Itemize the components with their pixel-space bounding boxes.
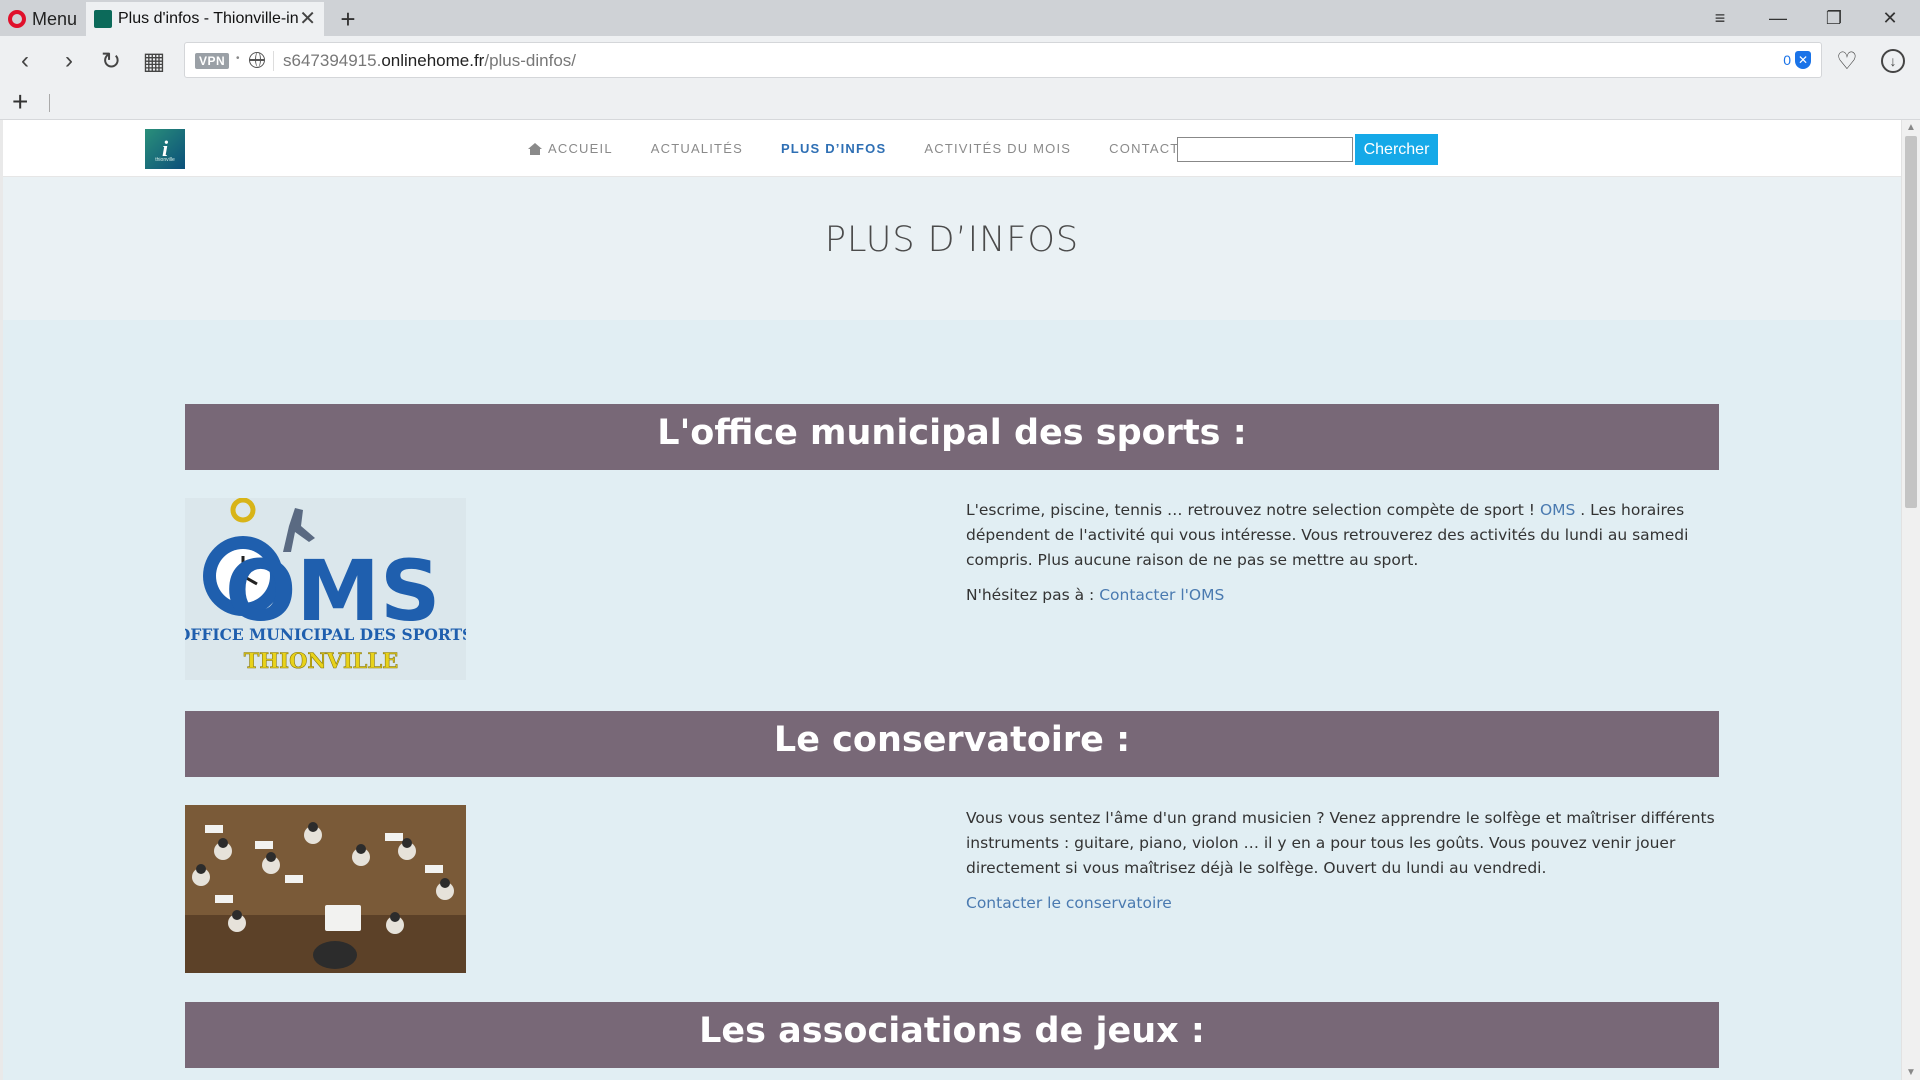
restore-button[interactable]: ❐ bbox=[1806, 0, 1862, 36]
section-text-conservatoire: Vous vous sentez l'âme d'un grand musici… bbox=[966, 806, 1720, 926]
scroll-down-icon[interactable]: ▼ bbox=[1906, 1067, 1916, 1078]
speed-dial-icon[interactable]: ▦ bbox=[137, 44, 171, 78]
conservatoire-contact-line: Contacter le conservatoire bbox=[966, 891, 1720, 916]
tab-menu-icon[interactable]: ≡ bbox=[1692, 0, 1748, 36]
tab-active[interactable]: Plus d'infos - Thionville-infos ✕ bbox=[86, 2, 324, 36]
add-bookmark-button[interactable]: + bbox=[12, 86, 28, 118]
bookmarks-divider bbox=[49, 94, 50, 112]
site-logo-caption: thionville bbox=[155, 157, 175, 163]
page-title-band: PLUS D’INFOS bbox=[3, 177, 1901, 320]
oms-logo-line2: THIONVILLE bbox=[244, 648, 398, 673]
scroll-up-icon[interactable]: ▲ bbox=[1906, 122, 1916, 133]
vpn-badge[interactable]: VPN bbox=[195, 53, 230, 69]
conservatoire-photo bbox=[185, 805, 466, 973]
conservatoire-paragraph: Vous vous sentez l'âme d'un grand musici… bbox=[966, 809, 1715, 877]
favicon-icon bbox=[94, 10, 112, 28]
back-button[interactable]: ‹ bbox=[8, 44, 42, 78]
opera-logo-icon bbox=[8, 10, 26, 28]
adblock-shield-icon: ✕ bbox=[1795, 51, 1811, 69]
oms-logo-graphic: OMS OFFICE MUNICIPAL DES SPORTS THIONVIL… bbox=[177, 497, 473, 673]
oms-text-before: L'escrime, piscine, tennis … retrouvez n… bbox=[966, 501, 1540, 519]
tab-title: Plus d'infos - Thionville-infos bbox=[118, 10, 298, 27]
url-path: /plus-dinfos/ bbox=[484, 51, 577, 70]
bookmark-heart-icon[interactable]: ♡ bbox=[1830, 44, 1864, 78]
scrollbar-thumb[interactable] bbox=[1905, 136, 1917, 508]
opera-menu-label: Menu bbox=[32, 8, 78, 29]
home-icon bbox=[528, 143, 542, 155]
section-heading-jeux: Les associations de jeux : bbox=[185, 1002, 1719, 1068]
url-divider bbox=[273, 51, 274, 71]
close-window-button[interactable]: ✕ bbox=[1862, 0, 1918, 36]
url-domain: onlinehome.fr bbox=[381, 51, 485, 70]
adblock-indicator[interactable]: 0 ✕ bbox=[1783, 51, 1811, 69]
site-menu: Accueil Actualités Plus d’infos Activité… bbox=[528, 141, 1227, 156]
vpn-dot-icon: • bbox=[236, 53, 240, 64]
globe-icon[interactable] bbox=[249, 52, 265, 68]
site-header: i thionville Accueil Actualités Plus d’i… bbox=[3, 120, 1901, 177]
menu-item-activites-du-mois[interactable]: Activités du mois bbox=[924, 141, 1071, 156]
contact-conservatoire-link[interactable]: Contacter le conservatoire bbox=[966, 894, 1172, 912]
adblock-count: 0 bbox=[1783, 52, 1791, 68]
menu-item-label: Accueil bbox=[548, 141, 613, 156]
search-button[interactable]: Chercher bbox=[1355, 134, 1438, 165]
menu-item-actualites[interactable]: Actualités bbox=[651, 141, 743, 156]
oms-contact-line: N'hésitez pas à : Contacter l'OMS bbox=[966, 583, 1720, 608]
url-text[interactable]: s647394915.onlinehome.fr/plus-dinfos/ bbox=[283, 51, 576, 71]
oms-logo-line1: OFFICE MUNICIPAL DES SPORTS bbox=[185, 625, 466, 644]
site-logo[interactable]: i thionville bbox=[145, 129, 185, 169]
page-left-edge bbox=[0, 120, 3, 1080]
oms-contact-prefix: N'hésitez pas à : bbox=[966, 586, 1100, 604]
section-text-oms: L'escrime, piscine, tennis … retrouvez n… bbox=[966, 498, 1720, 618]
section-heading-conservatoire: Le conservatoire : bbox=[185, 711, 1719, 777]
opera-menu-button[interactable]: Menu bbox=[8, 8, 77, 30]
bookmarks-bar: + bbox=[0, 84, 1920, 120]
page-title: PLUS D’INFOS bbox=[824, 220, 1080, 260]
minimize-button[interactable]: — bbox=[1750, 0, 1806, 36]
page-viewport: i thionville Accueil Actualités Plus d’i… bbox=[0, 120, 1920, 1080]
page-scrollbar[interactable]: ▲ ▼ bbox=[1901, 120, 1920, 1080]
oms-logo-image: OMS OFFICE MUNICIPAL DES SPORTS THIONVIL… bbox=[177, 497, 473, 680]
url-prefix: s647394915. bbox=[283, 51, 382, 70]
address-bar[interactable]: VPN • s647394915.onlinehome.fr/plus-dinf… bbox=[184, 42, 1822, 78]
new-tab-button[interactable]: + bbox=[334, 4, 362, 35]
menu-item-plus-dinfos[interactable]: Plus d’infos bbox=[781, 141, 886, 156]
oms-link[interactable]: OMS bbox=[1540, 501, 1575, 519]
site-search-input[interactable] bbox=[1177, 137, 1353, 162]
forward-button[interactable]: › bbox=[52, 44, 86, 78]
tab-strip: Menu Plus d'infos - Thionville-infos ✕ +… bbox=[0, 0, 1920, 36]
tab-close-icon[interactable]: ✕ bbox=[299, 9, 316, 29]
orchestra-photo-graphic bbox=[185, 805, 466, 973]
oms-paragraph: L'escrime, piscine, tennis … retrouvez n… bbox=[966, 498, 1720, 573]
section-heading-oms: L'office municipal des sports : bbox=[185, 404, 1719, 470]
downloads-button[interactable]: ↓ bbox=[1876, 44, 1910, 78]
navigation-bar: ‹ › ↻ ▦ VPN • s647394915.onlinehome.fr/p… bbox=[0, 36, 1920, 84]
contact-oms-link[interactable]: Contacter l'OMS bbox=[1099, 586, 1224, 604]
reload-button[interactable]: ↻ bbox=[94, 44, 128, 78]
download-icon: ↓ bbox=[1881, 49, 1905, 73]
menu-item-accueil[interactable]: Accueil bbox=[528, 141, 613, 156]
